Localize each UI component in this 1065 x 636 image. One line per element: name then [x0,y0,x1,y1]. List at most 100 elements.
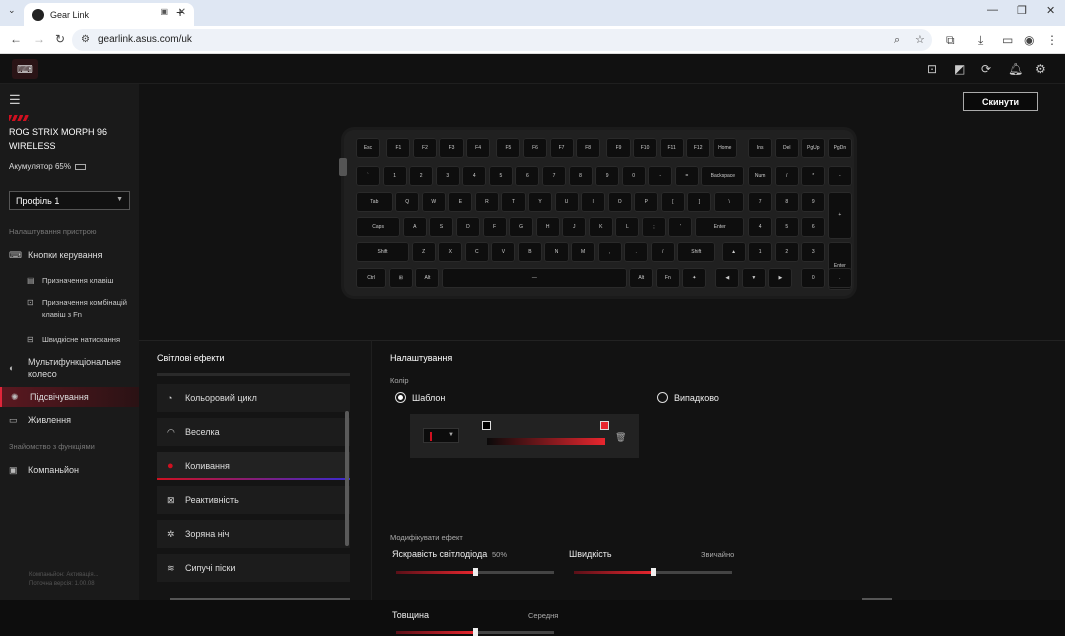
key-2-0[interactable]: Tab [356,191,393,212]
profile-dropdown[interactable]: Профіль 1 ▼ [9,191,130,210]
effects-scrollbar[interactable] [345,411,349,546]
key-1-17[interactable]: - [827,166,852,187]
key-4-7[interactable]: M [571,242,596,263]
key-0-12[interactable]: F12 [686,138,711,158]
gradient-stop-start[interactable] [482,421,491,430]
key-0-10[interactable]: F10 [633,138,658,158]
sidebar-item-lighting[interactable]: ✺ Підсвічування [0,387,139,407]
effect-color-cycle[interactable]: ◔ Кольоровий цикл [157,384,350,412]
key-1-9[interactable]: 9 [595,166,620,187]
key-3-1[interactable]: A [402,216,427,237]
tab-list-chevron-icon[interactable]: ⌄ [8,5,16,16]
key-0-16[interactable]: PgUp [801,138,826,158]
key-3-4[interactable]: F [482,216,507,237]
key-0-5[interactable]: F5 [496,138,521,158]
sidebar-subitem-rapid-trigger[interactable]: ⊟ Швидкісне натискання [0,334,139,346]
key-3-14[interactable]: 5 [774,216,799,237]
key-4-0[interactable]: Shift [356,242,410,263]
key-1-7[interactable]: 7 [541,166,566,187]
key-4-6[interactable]: N [544,242,569,263]
trash-icon[interactable]: 🗑︎ [615,432,626,443]
key-2-16[interactable]: 9 [801,191,826,212]
slider-thumb[interactable] [473,628,478,636]
key-5-8[interactable]: ▼ [741,267,766,288]
key-4-10[interactable]: / [650,242,675,263]
key-2-10[interactable]: P [634,191,659,212]
fn-icon[interactable]: ⊡ [927,62,937,76]
key-1-1[interactable]: 1 [382,166,407,187]
key-1-0[interactable]: ` [356,166,381,187]
key-1-5[interactable]: 5 [488,166,513,187]
key-0-11[interactable]: F11 [659,138,684,158]
key-5-4[interactable]: Alt [629,267,654,288]
speed-slider[interactable] [574,568,732,576]
key-1-4[interactable]: 4 [462,166,487,187]
key-2-14[interactable]: 7 [748,191,773,212]
key-0-7[interactable]: F7 [549,138,574,158]
settings-gear-icon[interactable]: ⚙ [1035,62,1046,76]
tab-media-icon[interactable]: ▣ [160,7,168,16]
key-5-6[interactable]: ✦ [682,267,707,288]
slider-thumb[interactable] [473,568,478,576]
key-0-4[interactable]: F4 [466,138,491,158]
key-0-13[interactable]: Home [712,138,737,158]
key-0-14[interactable]: Ins [748,138,773,158]
key-4-1[interactable]: Z [411,242,436,263]
key-3-3[interactable]: D [455,216,480,237]
effect-wave[interactable]: ● Коливання [157,452,350,480]
sidebar-subitem-fn-combos[interactable]: ⊡ Призначення комбінацій клавіш з Fn [0,297,139,321]
site-info-icon[interactable]: ⚙ [81,29,90,51]
key-0-15[interactable]: Del [774,138,799,158]
display-icon[interactable]: ◩ [954,62,965,76]
key-2-9[interactable]: O [607,191,632,212]
key-0-6[interactable]: F6 [522,138,547,158]
download-icon[interactable]: ⤓ [978,33,983,48]
key-2-2[interactable]: W [421,191,446,212]
effect-reactive[interactable]: ⊠ Реактивність [157,486,350,514]
hamburger-menu-icon[interactable]: ☰ [9,92,21,108]
sync-icon[interactable]: ⟳ [981,62,991,76]
key-1-13[interactable]: Backspace [701,166,745,187]
key-3-8[interactable]: K [588,216,613,237]
template-radio[interactable] [395,392,406,403]
key-3-7[interactable]: J [562,216,587,237]
key-3-5[interactable]: G [509,216,534,237]
key-2-3[interactable]: E [448,191,473,212]
browser-tab[interactable]: Gear Link ▣ ✕ [24,3,194,26]
sidebar-item-multifunction-wheel[interactable]: ◐ Мультифункціональне колесо [0,356,139,380]
effect-quicksand[interactable]: ≋ Сипучі піски [157,554,350,582]
sidebar-item-control-buttons[interactable]: ⌨ Кнопки керування [0,250,139,260]
key-5-1[interactable]: ⊞ [388,267,413,288]
tab-search-icon[interactable]: ▭ [1002,33,1013,47]
notification-bell-icon[interactable]: 🔔︎ [1008,62,1023,76]
key-4-4[interactable]: V [491,242,516,263]
key-2-12[interactable]: ] [687,191,712,212]
key-0-0[interactable]: Esc [356,138,381,158]
reload-button[interactable]: ↻ [55,32,65,46]
key-1-16[interactable]: * [801,166,826,187]
back-button[interactable]: ← [10,32,22,46]
key-0-8[interactable]: F8 [576,138,601,158]
maximize-window-button[interactable]: ❐ [1017,4,1027,17]
key-1-11[interactable]: - [648,166,673,187]
key-1-10[interactable]: 0 [621,166,646,187]
profile-avatar-icon[interactable]: ◉ [1024,33,1034,47]
gradient-stop-end[interactable] [600,421,609,430]
sidebar-subitem-key-assign[interactable]: ▤ Призначення клавіш [0,275,139,287]
key-1-2[interactable]: 2 [409,166,434,187]
multifunction-wheel-knob[interactable] [339,158,347,176]
key-2-8[interactable]: I [581,191,606,212]
browser-menu-icon[interactable]: ⋮ [1046,33,1058,47]
effect-rainbow[interactable]: ◠ Веселка [157,418,350,446]
key-2-11[interactable]: [ [660,191,685,212]
key-4-11[interactable]: Shift [677,242,716,263]
key-4-14[interactable]: 2 [774,242,799,263]
zoom-icon[interactable]: ⌕ [894,29,900,51]
key-3-15[interactable]: 6 [801,216,826,237]
key-4-3[interactable]: C [464,242,489,263]
key-2-15[interactable]: 8 [774,191,799,212]
key-2-5[interactable]: T [501,191,526,212]
sidebar-item-power[interactable]: ▭ Живлення [0,415,139,425]
key-5-3[interactable]: — [442,267,627,288]
effect-starry-night[interactable]: ✲ Зоряна ніч [157,520,350,548]
